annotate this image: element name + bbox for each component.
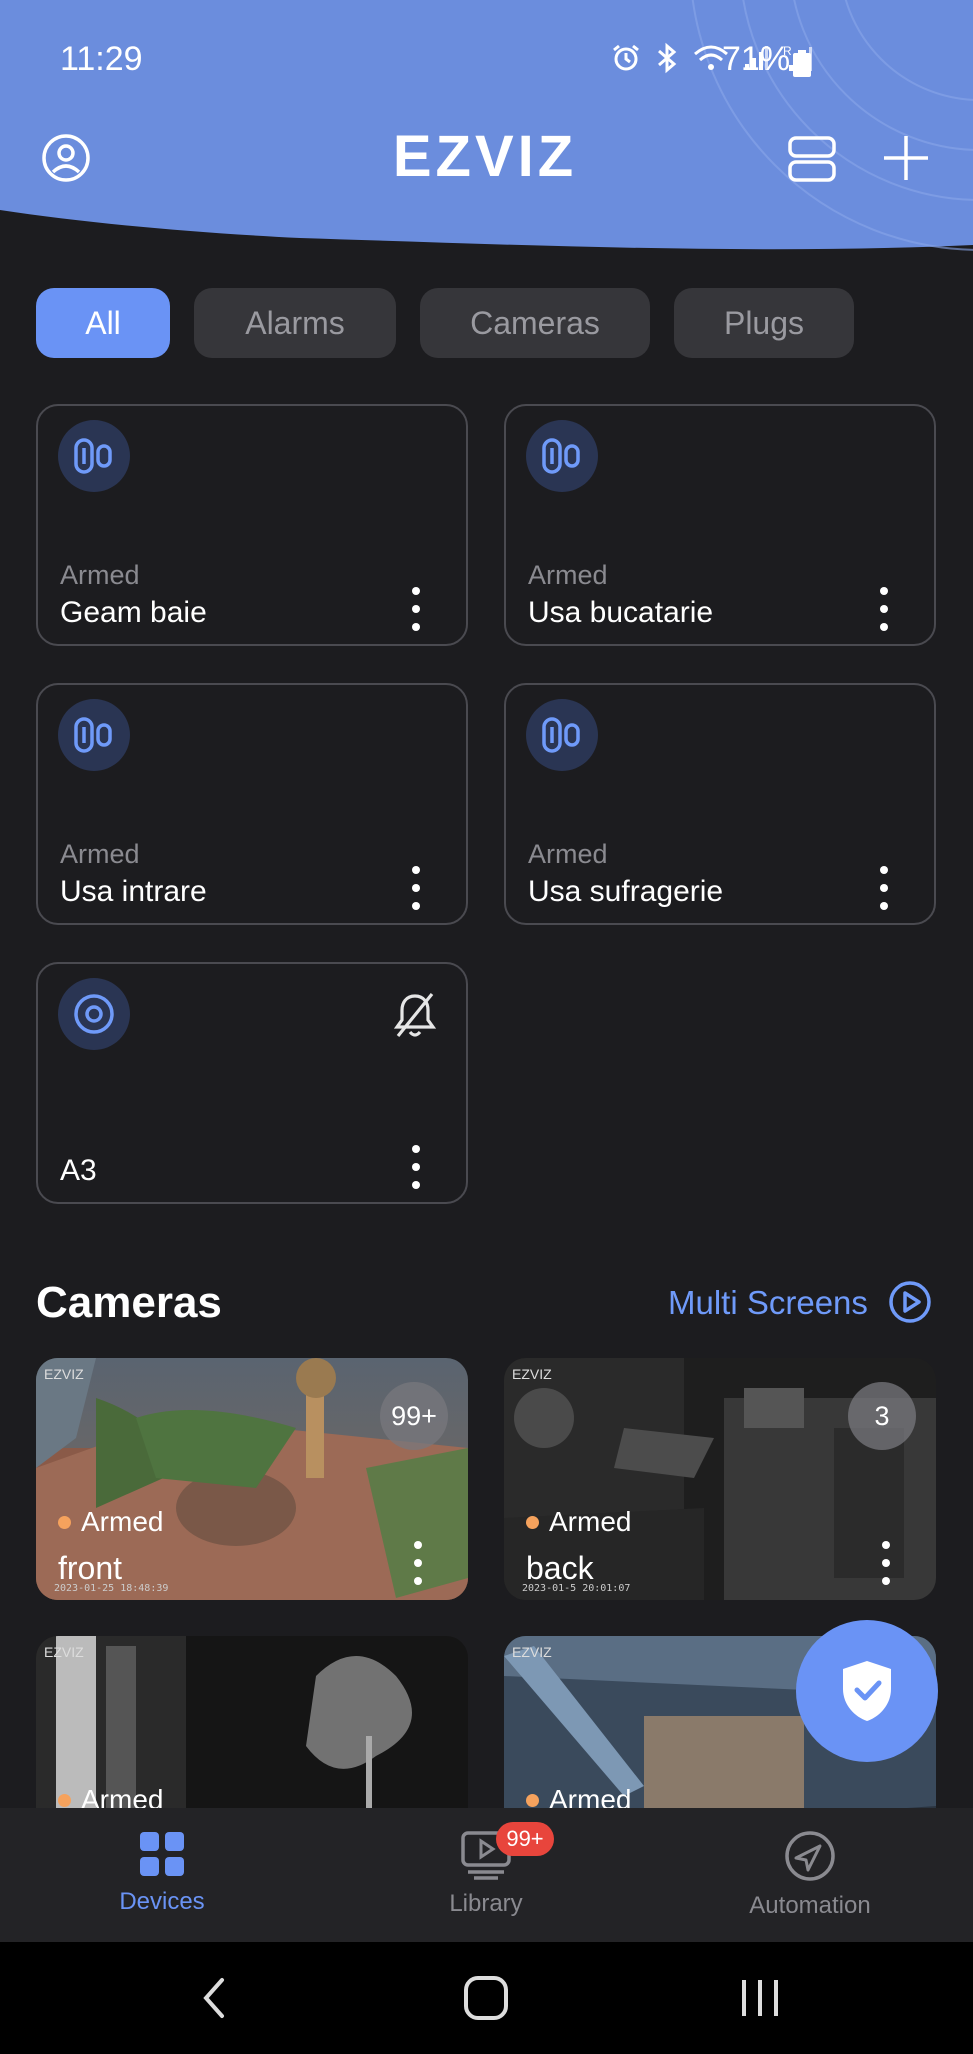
- door-sensor-icon: [58, 420, 130, 492]
- battery-icon: [793, 50, 811, 77]
- grid-icon: [140, 1832, 184, 1876]
- battery-percent: 71%: [722, 40, 791, 78]
- alarm-clock-icon: [613, 44, 639, 71]
- svg-text:EZVIZ: EZVIZ: [393, 128, 577, 184]
- event-count-badge: 99+: [380, 1382, 448, 1450]
- camera-armed-status: Armed: [58, 1784, 163, 1808]
- filter-plugs[interactable]: Plugs: [674, 288, 854, 358]
- camera-tile[interactable]: EZVIZ Armed: [36, 1636, 468, 1808]
- hub-icon: [58, 978, 130, 1050]
- camera-name: front: [58, 1550, 123, 1586]
- armed-dot: [58, 1793, 71, 1807]
- ezviz-logo: EZVIZ: [393, 128, 577, 184]
- multi-screens-link[interactable]: Multi Screens: [668, 1284, 868, 1322]
- device-card[interactable]: Armed Geam baie: [36, 404, 468, 646]
- event-count-badge: 3: [848, 1382, 916, 1450]
- device-card[interactable]: Armed Usa sufragerie: [504, 683, 936, 925]
- bottom-navigation: Devices Library Automation: [0, 1808, 973, 1942]
- device-name: Usa sufragerie: [528, 875, 724, 908]
- device-name: Usa bucatarie: [528, 596, 714, 629]
- nav-library[interactable]: Library: [386, 1808, 586, 1942]
- device-name: A3: [60, 1154, 97, 1187]
- door-sensor-icon: [58, 699, 130, 771]
- nav-automation-label: Automation: [749, 1892, 871, 1919]
- camera-armed-status: Armed: [526, 1506, 631, 1538]
- camera-timestamp: 2023-01-5 20:01:07: [522, 1583, 631, 1594]
- navigation-icon: [785, 1831, 835, 1881]
- device-card[interactable]: Armed Usa intrare: [36, 683, 468, 925]
- home-icon[interactable]: [458, 1970, 514, 2026]
- camera-brand-watermark: EZVIZ: [44, 1644, 84, 1660]
- filter-chips: All Alarms Cameras Plugs: [36, 288, 854, 358]
- add-device-icon[interactable]: [880, 132, 932, 184]
- more-options-icon[interactable]: [412, 1540, 424, 1586]
- armed-dot: [526, 1515, 539, 1529]
- nav-devices-label: Devices: [119, 1888, 205, 1915]
- device-state: Armed: [528, 560, 608, 590]
- armed-dot: [58, 1515, 71, 1529]
- device-name: Geam baie: [60, 596, 207, 629]
- more-options-icon[interactable]: [878, 586, 890, 632]
- more-options-icon[interactable]: [410, 1144, 422, 1190]
- more-options-icon[interactable]: [410, 865, 422, 911]
- filter-alarms[interactable]: Alarms: [194, 288, 396, 358]
- camera-thumbnail: [36, 1636, 468, 1808]
- door-sensor-icon: [526, 420, 598, 492]
- nav-devices[interactable]: Devices: [62, 1808, 262, 1942]
- library-badge: 99+: [496, 1822, 554, 1856]
- device-state: Armed: [60, 560, 140, 590]
- device-card[interactable]: Armed Usa bucatarie: [504, 404, 936, 646]
- status-time: 11:29: [60, 40, 143, 78]
- more-options-icon[interactable]: [878, 865, 890, 911]
- camera-brand-watermark: EZVIZ: [44, 1366, 84, 1382]
- device-state: Armed: [60, 839, 140, 869]
- filter-cameras[interactable]: Cameras: [420, 288, 650, 358]
- camera-tile-back[interactable]: EZVIZ 3 Armed back 2023-01-5 20:01:07: [504, 1358, 936, 1600]
- armed-dot: [526, 1793, 539, 1807]
- camera-timestamp: 2023-01-25 18:48:39: [54, 1583, 169, 1594]
- more-options-icon[interactable]: [880, 1540, 892, 1586]
- camera-armed-status: Armed: [58, 1506, 163, 1538]
- security-mode-button[interactable]: [796, 1620, 938, 1762]
- camera-name: back: [526, 1550, 594, 1586]
- play-circle-icon[interactable]: [888, 1280, 932, 1324]
- camera-brand-watermark: EZVIZ: [512, 1366, 552, 1382]
- device-state: Armed: [528, 839, 608, 869]
- recents-icon[interactable]: [732, 1970, 788, 2026]
- system-navigation-bar: [0, 1942, 973, 2054]
- camera-tile-front[interactable]: EZVIZ 99+ Armed front 2023-01-25 18:48:3…: [36, 1358, 468, 1600]
- bluetooth-icon: [658, 42, 677, 74]
- bell-muted-icon[interactable]: [392, 990, 438, 1040]
- more-options-icon[interactable]: [410, 586, 422, 632]
- camera-armed-status: Armed: [526, 1784, 631, 1808]
- nav-library-label: Library: [449, 1890, 523, 1917]
- app-header: 11:29 R 71% EZVIZ: [0, 0, 973, 260]
- camera-brand-watermark: EZVIZ: [512, 1644, 552, 1660]
- profile-icon[interactable]: [40, 132, 92, 184]
- door-sensor-icon: [526, 699, 598, 771]
- back-icon[interactable]: [188, 1970, 244, 2026]
- cameras-section-title: Cameras: [36, 1278, 222, 1327]
- device-name: Usa intrare: [60, 875, 207, 908]
- nav-automation[interactable]: Automation: [710, 1808, 910, 1942]
- shield-check-icon: [843, 1661, 891, 1721]
- filter-all[interactable]: All: [36, 288, 170, 358]
- layout-toggle-icon[interactable]: [786, 134, 838, 184]
- device-card-hub[interactable]: A3: [36, 962, 468, 1204]
